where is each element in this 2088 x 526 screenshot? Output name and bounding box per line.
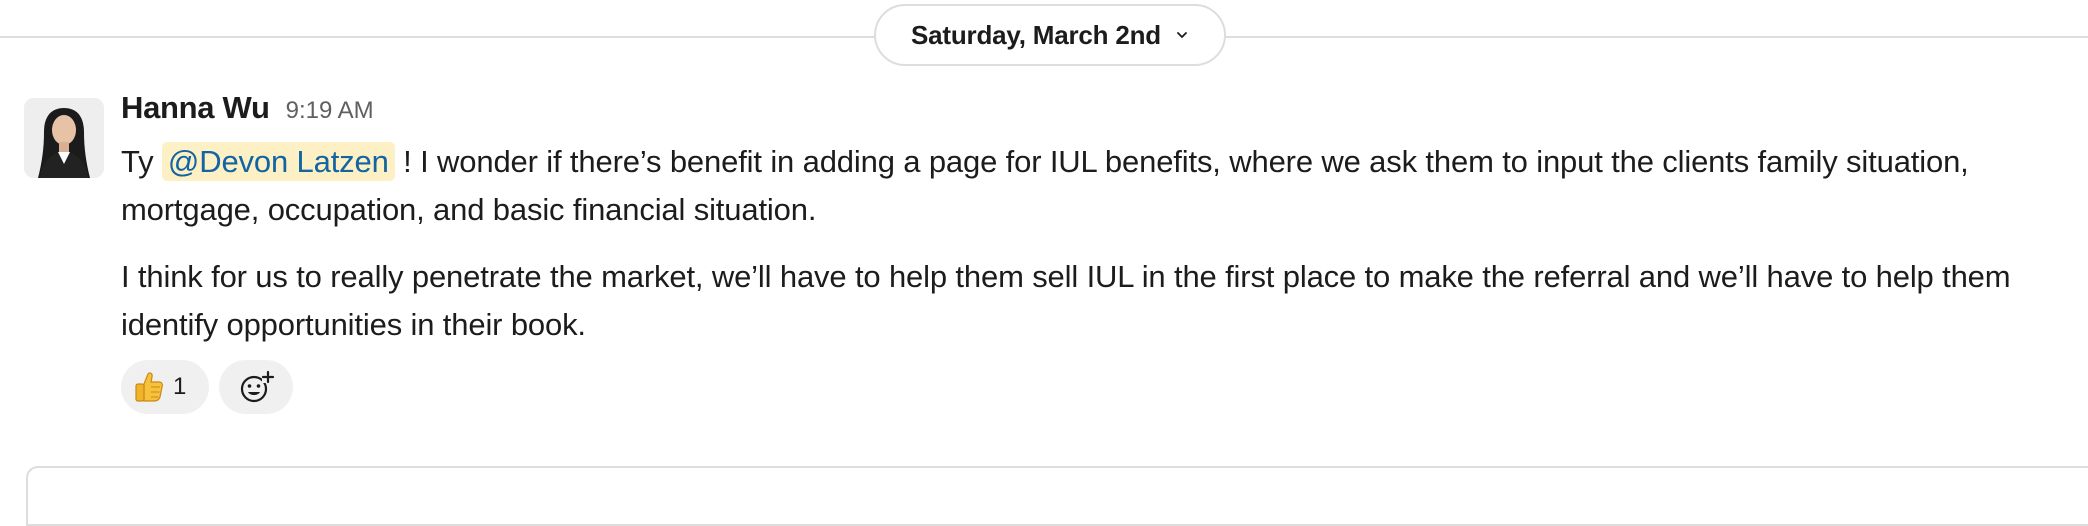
thumbs-up-icon: [135, 372, 163, 402]
message-composer[interactable]: [26, 466, 2088, 526]
reaction-thumbs-up[interactable]: 1: [121, 360, 209, 414]
message-paragraph-2: I think for us to really penetrate the m…: [121, 259, 2011, 342]
author-name[interactable]: Hanna Wu: [121, 90, 270, 126]
date-label: Saturday, March 2nd: [910, 19, 1161, 50]
avatar[interactable]: [24, 98, 104, 178]
message-header: Hanna Wu 9:19 AM: [121, 90, 2071, 138]
add-reaction-button[interactable]: [219, 360, 293, 414]
message-paragraph-1: Ty @Devon Latzen ! I wonder if there’s b…: [121, 138, 2071, 234]
text-after-mention: ! I wonder if there’s benefit in adding …: [121, 144, 1969, 227]
reactions-bar: 1: [121, 360, 293, 414]
timestamp[interactable]: 9:19 AM: [286, 97, 374, 125]
date-jump-button[interactable]: Saturday, March 2nd: [874, 4, 1226, 66]
chevron-down-icon: [1177, 32, 1187, 38]
add-reaction-icon: [240, 370, 275, 403]
text-before-mention: Ty: [121, 144, 162, 179]
message-body: Hanna Wu 9:19 AM Ty @Devon Latzen ! I wo…: [121, 90, 2071, 414]
user-mention[interactable]: @Devon Latzen: [161, 142, 395, 181]
message: Hanna Wu 9:19 AM Ty @Devon Latzen ! I wo…: [0, 90, 2088, 420]
day-divider: Saturday, March 2nd: [0, 0, 2088, 72]
reaction-count: 1: [173, 373, 187, 400]
